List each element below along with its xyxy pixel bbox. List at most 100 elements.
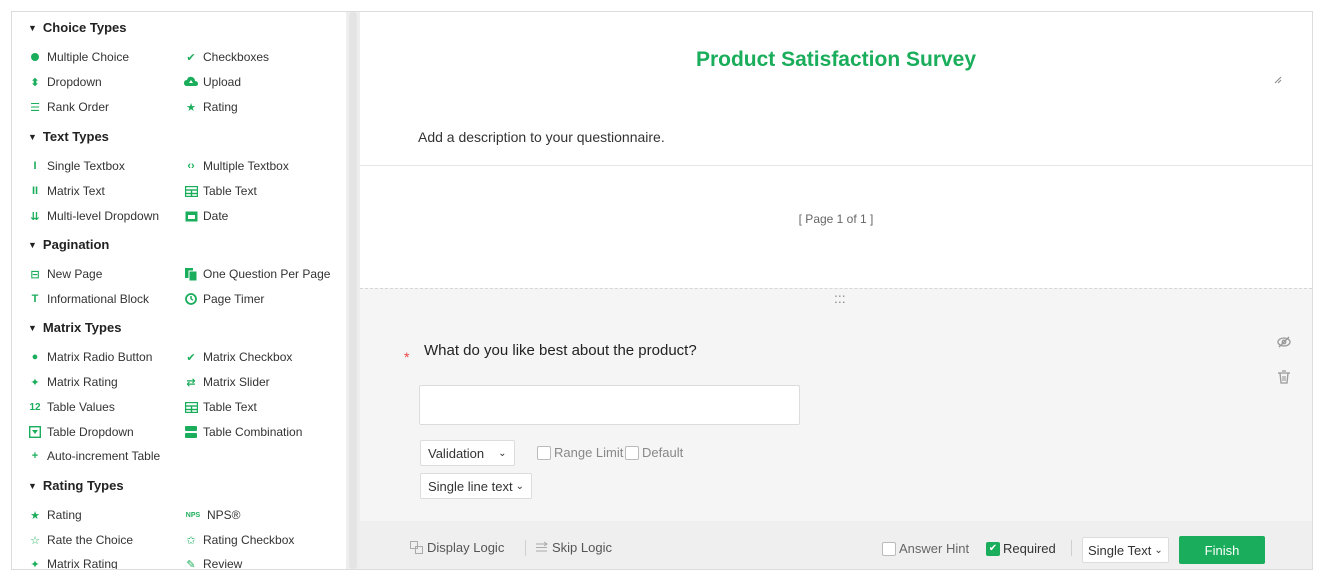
sidebar-item-multiple-choice[interactable]: Multiple Choice [28, 50, 129, 64]
dropdown-box-icon [28, 425, 42, 439]
sidebar-item-table-values[interactable]: 12 Table Values [28, 400, 114, 414]
sidebar-item-rank-order[interactable]: ☰ Rank Order [28, 100, 109, 114]
sidebar-item-rating[interactable]: ★ Rating [184, 100, 238, 114]
pencil-icon: ✎ [186, 558, 196, 570]
sidebar-item-single-textbox[interactable]: I Single Textbox [28, 159, 124, 173]
eye-hidden-icon[interactable] [1276, 334, 1292, 350]
numbers-icon: 12 [29, 401, 41, 413]
resize-grip-icon[interactable] [1274, 76, 1282, 84]
double-checkmark-icon: ✔ [186, 351, 196, 364]
sidebar-item-table-text[interactable]: Table Text [184, 184, 257, 198]
plus-icon: + [31, 450, 39, 462]
survey-description[interactable]: Add a description to your questionnaire. [418, 129, 665, 145]
code-brackets-icon: ‹› [187, 160, 195, 172]
sidebar-item-rating-checkbox[interactable]: ✩ Rating Checkbox [184, 533, 294, 547]
star-icon: ★ [186, 101, 196, 114]
section-rating-types[interactable]: ▼ Rating Types [28, 478, 124, 493]
sidebar-item-matrix-rating[interactable]: ✦ Matrix Rating [28, 375, 117, 389]
calendar-icon [184, 209, 198, 223]
line-type-select[interactable]: Single line text ⌄ [420, 473, 532, 499]
answer-input[interactable] [419, 385, 800, 425]
chevron-down-icon: ⌄ [515, 480, 524, 492]
section-matrix-types[interactable]: ▼ Matrix Types [28, 320, 121, 335]
radio-cluster-icon: ● [31, 351, 39, 363]
checkbox-box[interactable] [625, 445, 639, 460]
checkbox-box[interactable] [882, 541, 896, 556]
checkbox-box[interactable] [537, 445, 551, 460]
skip-logic-icon [536, 541, 548, 552]
sidebar-item-review[interactable]: ✎ Review [184, 557, 242, 569]
caret-down-icon: ▼ [28, 480, 37, 491]
page-break-icon: ⊟ [30, 268, 40, 281]
survey-canvas: Product Satisfaction Survey Add a descri… [360, 12, 1312, 569]
question-type-sidebar: ▼ Choice Types Multiple Choice ✔ Checkbo… [12, 12, 346, 569]
display-logic-button[interactable]: Display Logic [410, 540, 504, 555]
list-icon: ☰ [30, 101, 40, 114]
validation-select[interactable]: Validation ⌄ [420, 440, 515, 466]
section-pagination[interactable]: ▼ Pagination [28, 237, 109, 252]
sidebar-item-nps[interactable]: NPS NPS® [184, 508, 241, 522]
required-checkbox[interactable]: ✔ Required [986, 541, 1056, 556]
sidebar-item-date[interactable]: Date [184, 209, 228, 223]
text-t-icon: T [31, 293, 39, 305]
star-check-icon: ✩ [186, 534, 196, 547]
double-text-cursor-icon: II [31, 185, 39, 197]
chevron-down-icon: ⌄ [498, 447, 507, 459]
sidebar-item-informational-block[interactable]: T Informational Block [28, 292, 149, 306]
skip-logic-button[interactable]: Skip Logic [535, 540, 612, 555]
answer-hint-checkbox[interactable]: Answer Hint [882, 541, 969, 556]
sidebar-item-page-timer[interactable]: Page Timer [184, 292, 264, 306]
checkbox-checked[interactable]: ✔ [986, 541, 1000, 556]
display-logic-icon [410, 541, 423, 554]
sidebar-item-table-combination[interactable]: Table Combination [184, 425, 302, 439]
sidebar-item-matrix-slider[interactable]: ⇄ Matrix Slider [184, 375, 269, 389]
caret-down-icon: ▼ [28, 239, 37, 250]
sidebar-item-new-page[interactable]: ⊟ New Page [28, 267, 102, 281]
double-down-arrow-icon: ⇊ [30, 210, 40, 223]
question-card[interactable]: ::: * What do you like best about the pr… [360, 288, 1312, 569]
sidebar-item-multiple-textbox[interactable]: ‹› Multiple Textbox [184, 159, 289, 173]
sidebar-item-rate-the-choice[interactable]: ☆ Rate the Choice [28, 533, 133, 547]
sidebar-item-matrix-text[interactable]: II Matrix Text [28, 184, 105, 198]
sidebar-item-one-question-per-page[interactable]: One Question Per Page [184, 267, 330, 281]
table-icon [184, 400, 198, 414]
text-cursor-icon: I [33, 160, 37, 172]
timer-icon [184, 292, 198, 306]
caret-down-icon: ▼ [28, 131, 37, 142]
section-text-types[interactable]: ▼ Text Types [28, 129, 109, 144]
sidebar-item-checkboxes[interactable]: ✔ Checkboxes [184, 50, 269, 64]
nps-icon: NPS [185, 511, 201, 519]
updown-arrows-icon: ⬍ [30, 76, 40, 89]
default-checkbox[interactable]: Default [625, 445, 683, 460]
scrollbar-thumb[interactable] [349, 12, 357, 569]
checkmark-icon: ✔ [186, 51, 196, 64]
sidebar-item-multilevel-dropdown[interactable]: ⇊ Multi-level Dropdown [28, 209, 159, 223]
survey-title[interactable]: Product Satisfaction Survey [360, 48, 1312, 72]
question-type-select[interactable]: Single Text ⌄ [1082, 537, 1169, 563]
range-limit-checkbox[interactable]: Range Limit [537, 445, 623, 460]
section-choice-types[interactable]: ▼ Choice Types [28, 20, 126, 35]
sidebar-item-dropdown[interactable]: ⬍ Dropdown [28, 75, 101, 89]
page-indicator: [ Page 1 of 1 ] [798, 212, 874, 226]
drag-handle-icon[interactable]: ::: [834, 291, 846, 305]
sidebar-item-matrix-radio-button[interactable]: ● Matrix Radio Button [28, 350, 153, 364]
chevron-down-icon: ⌄ [1154, 544, 1163, 556]
question-title[interactable]: What do you like best about the product? [424, 342, 697, 359]
sidebar-item-rating-2[interactable]: ★ Rating [28, 508, 82, 522]
survey-editor: ▼ Choice Types Multiple Choice ✔ Checkbo… [11, 11, 1313, 570]
table-icon [184, 184, 198, 198]
finish-button[interactable]: Finish [1179, 536, 1265, 564]
sidebar-item-table-text-matrix[interactable]: Table Text [184, 400, 257, 414]
radio-dot-icon [28, 50, 42, 64]
sidebar-scrollbar[interactable] [346, 12, 360, 569]
sidebar-item-matrix-checkbox[interactable]: ✔ Matrix Checkbox [184, 350, 292, 364]
multi-star-icon: ✦ [30, 376, 40, 389]
caret-down-icon: ▼ [28, 22, 37, 33]
sidebar-item-upload[interactable]: Upload [184, 75, 241, 89]
sidebar-item-table-dropdown[interactable]: Table Dropdown [28, 425, 134, 439]
stacked-rows-icon [184, 425, 198, 439]
sidebar-item-auto-increment-table[interactable]: + Auto-increment Table [28, 449, 160, 463]
trash-icon[interactable] [1276, 369, 1292, 385]
sidebar-item-matrix-rating-2[interactable]: ✦ Matrix Rating [28, 557, 117, 569]
separator [525, 540, 526, 556]
